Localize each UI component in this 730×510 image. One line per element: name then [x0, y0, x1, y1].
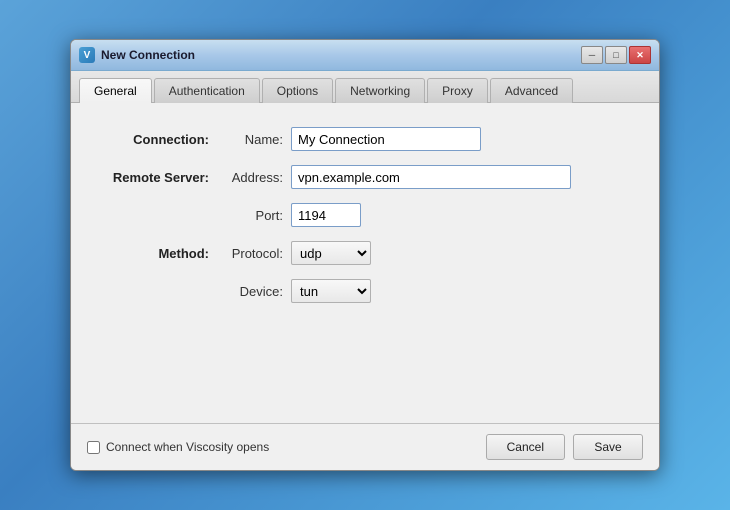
tab-authentication[interactable]: Authentication	[154, 78, 260, 103]
autoconnect-checkbox[interactable]	[87, 441, 100, 454]
tab-content: Connection: Name: Remote Server: Address…	[71, 103, 659, 423]
address-field-label: Address:	[221, 170, 291, 185]
tab-options[interactable]: Options	[262, 78, 333, 103]
close-button[interactable]: ✕	[629, 46, 651, 64]
save-button[interactable]: Save	[573, 434, 643, 460]
device-row: Device: tun tap	[221, 279, 629, 303]
autoconnect-row: Connect when Viscosity opens	[87, 440, 269, 454]
footer: Connect when Viscosity opens Cancel Save	[71, 424, 659, 470]
device-select[interactable]: tun tap	[291, 279, 371, 303]
device-field-label: Device:	[221, 284, 291, 299]
protocol-field-label: Protocol:	[221, 246, 291, 261]
tab-networking[interactable]: Networking	[335, 78, 425, 103]
action-buttons: Cancel Save	[486, 434, 643, 460]
name-input[interactable]	[291, 127, 481, 151]
connection-section-label: Connection:	[101, 132, 221, 147]
tab-bar: General Authentication Options Networkin…	[71, 71, 659, 103]
remote-server-row: Remote Server: Address:	[101, 165, 629, 189]
method-section-label: Method:	[101, 246, 221, 261]
port-row: Port:	[221, 203, 629, 227]
tab-proxy[interactable]: Proxy	[427, 78, 488, 103]
cancel-button[interactable]: Cancel	[486, 434, 565, 460]
method-row: Method: Protocol: udp tcp	[101, 241, 629, 265]
title-bar: V New Connection ─ □ ✕	[71, 40, 659, 71]
autoconnect-label[interactable]: Connect when Viscosity opens	[106, 440, 269, 454]
protocol-select[interactable]: udp tcp	[291, 241, 371, 265]
main-window: V New Connection ─ □ ✕ General Authentic…	[70, 39, 660, 471]
port-input[interactable]	[291, 203, 361, 227]
connection-row: Connection: Name:	[101, 127, 629, 151]
port-field-label: Port:	[221, 208, 291, 223]
name-field-label: Name:	[221, 132, 291, 147]
tab-general[interactable]: General	[79, 78, 152, 103]
window-controls: ─ □ ✕	[581, 46, 651, 64]
address-input[interactable]	[291, 165, 571, 189]
remote-server-label: Remote Server:	[101, 170, 221, 185]
window-title: New Connection	[101, 48, 195, 62]
tab-advanced[interactable]: Advanced	[490, 78, 573, 103]
app-icon: V	[79, 47, 95, 63]
minimize-button[interactable]: ─	[581, 46, 603, 64]
maximize-button[interactable]: □	[605, 46, 627, 64]
title-bar-left: V New Connection	[79, 47, 195, 63]
